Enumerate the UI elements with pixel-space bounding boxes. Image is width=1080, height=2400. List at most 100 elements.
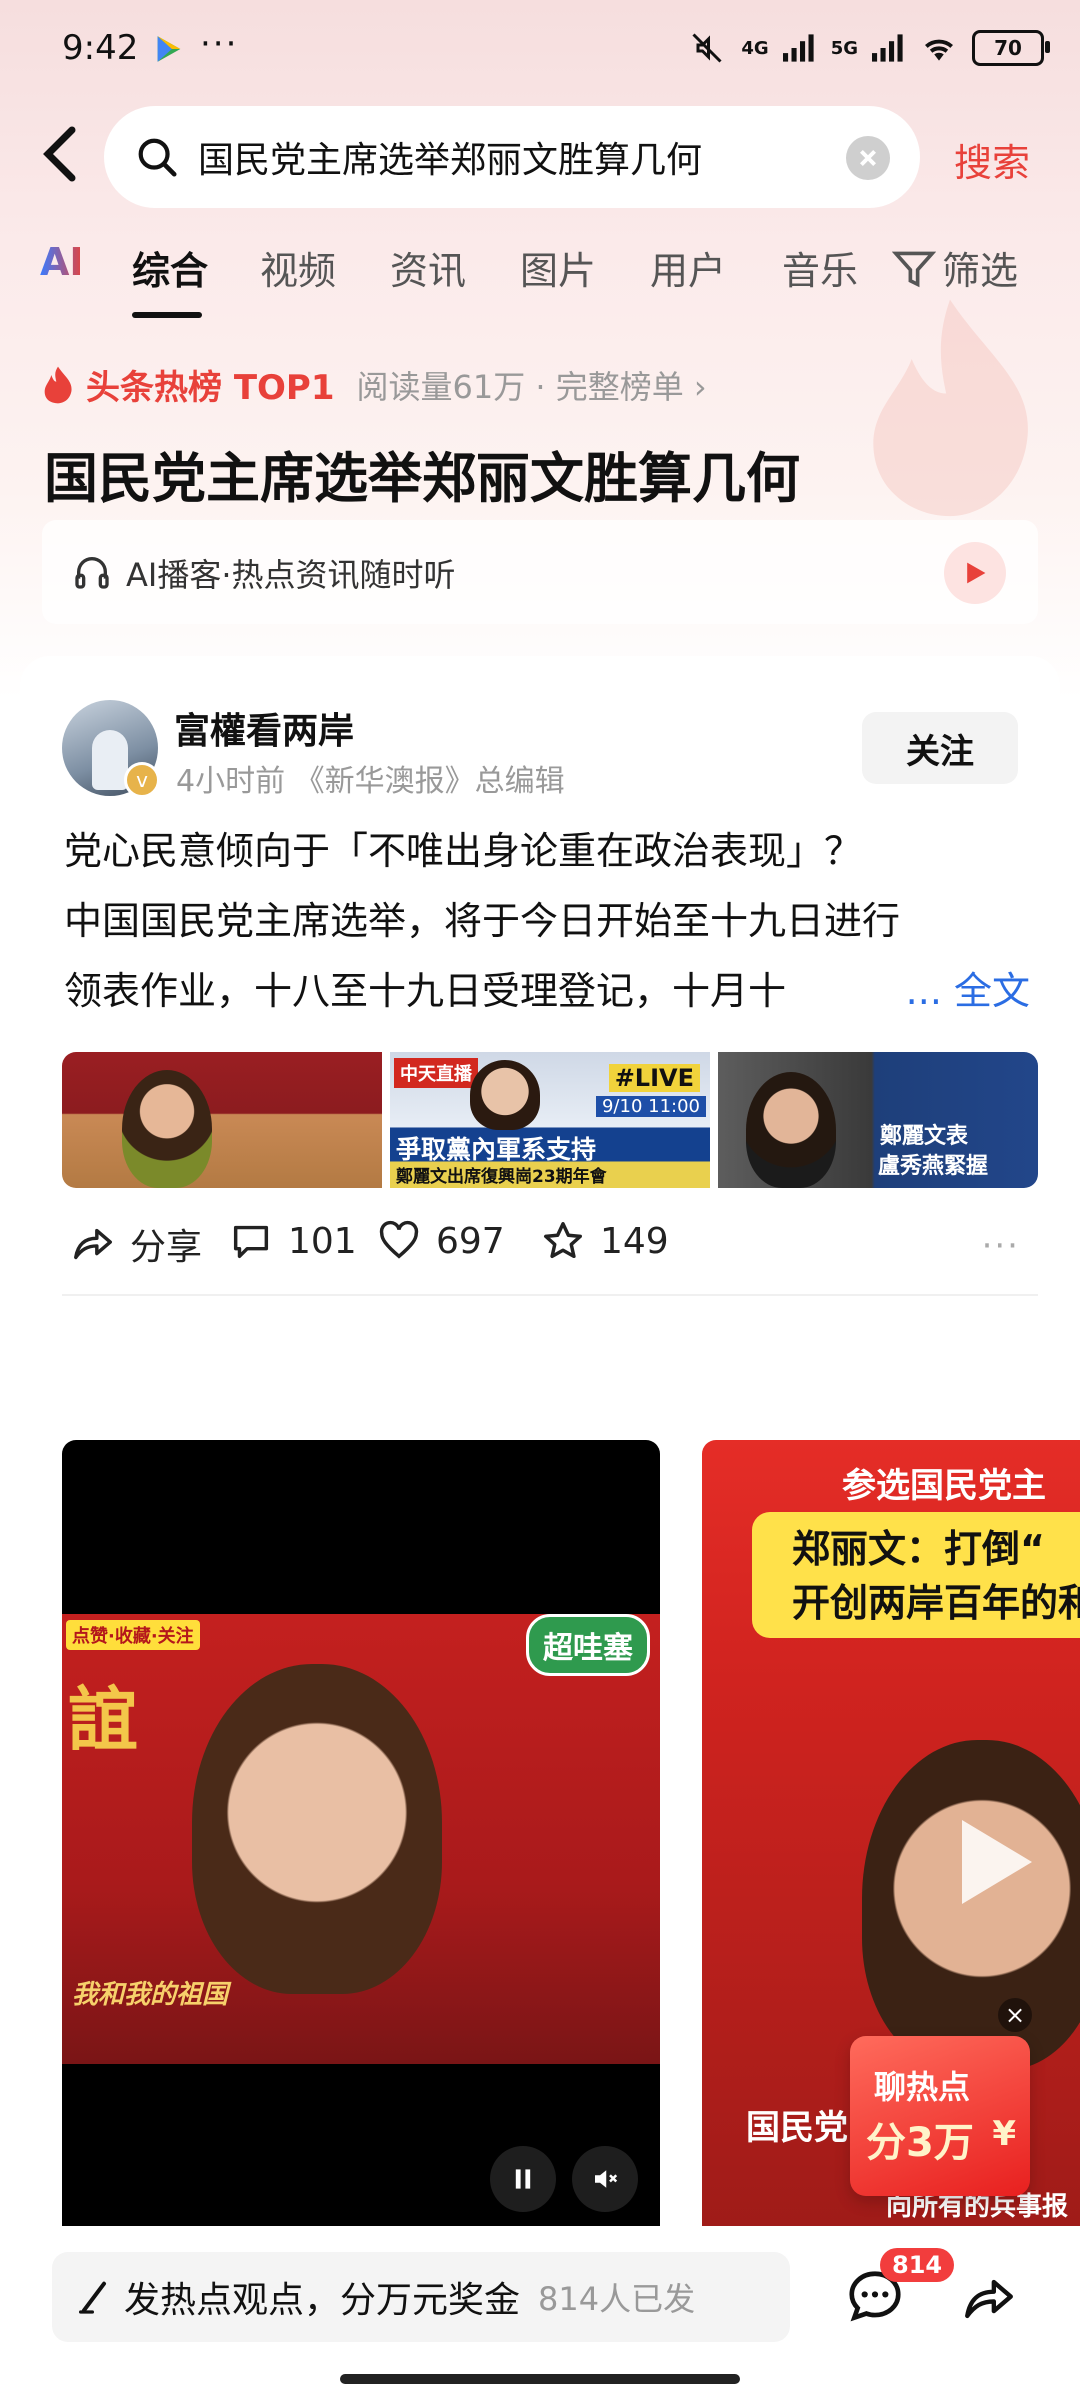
video-frame: 点赞·收藏·关注 超哇塞 誼 我和我的祖国 <box>62 1614 660 2064</box>
flame-watermark-icon <box>873 299 1028 517</box>
podcast-label: AI播客·热点资讯随时听 <box>126 556 456 594</box>
search-bar[interactable]: 国民党主席选举郑丽文胜算几何 <box>104 106 920 208</box>
post-images: 中天直播 #LIVE 9/10 11:00 爭取黨內軍系支持 鄭麗文出席復興崗2… <box>62 1052 1038 1188</box>
comment-icon <box>233 1225 269 1259</box>
mute-icon <box>692 33 722 63</box>
signal-icon <box>872 34 903 62</box>
network-4g-label: 4G <box>741 37 769 59</box>
heart-icon <box>379 1220 419 1259</box>
video-tag: 点赞·收藏·关注 <box>66 1620 200 1650</box>
status-bar: 9:42 ··· 4G 5G 70 <box>0 0 1080 100</box>
share-button[interactable]: 分享 <box>70 1218 202 1270</box>
opinion-composer[interactable]: 发热点观点，分万元奖金 814人已发 <box>52 2252 790 2342</box>
video-subject <box>862 1740 1080 2070</box>
live-time: 9/10 11:00 <box>595 1096 706 1117</box>
hot-rank-label: 头条热榜 TOP1 <box>86 368 335 408</box>
active-tab-indicator <box>132 312 202 318</box>
topic-title: 国民党主席选举郑丽文胜算几何 <box>44 447 800 510</box>
tab-video[interactable]: 视频 <box>260 240 336 295</box>
tab-ai[interactable]: AI <box>40 240 84 284</box>
pen-icon <box>79 2281 106 2314</box>
battery-level: 70 <box>994 36 1022 60</box>
back-arrow-icon[interactable] <box>40 124 80 184</box>
video-subject <box>192 1664 442 1994</box>
headphones-icon <box>75 557 109 589</box>
author-meta: 4小时前 《新华澳报》总编辑 <box>176 764 565 799</box>
chat-badge: 814 <box>880 2248 955 2282</box>
flame-icon <box>44 366 72 403</box>
post-line: 领表作业，十八至十九日受理登记，十月十 <box>64 969 787 1013</box>
like-button[interactable]: 697 <box>376 1218 505 1264</box>
more-options-icon[interactable]: ··· <box>982 1226 1020 1266</box>
video-header: 参选国民党主 <box>842 1466 1046 1506</box>
follow-button[interactable]: 关注 <box>862 712 1018 784</box>
search-input[interactable]: 国民党主席选举郑丽文胜算几何 <box>198 131 702 183</box>
star-icon <box>544 1222 582 1259</box>
pause-icon <box>515 2169 531 2189</box>
wifi-icon <box>925 39 953 61</box>
tab-comprehensive[interactable]: 综合 <box>132 240 208 295</box>
hot-rank-row[interactable]: 头条热榜 TOP1 阅读量61万 · 完整榜单 › <box>40 360 707 409</box>
promo-float[interactable]: × 聊热点 分3万 ¥ <box>850 1998 1032 2196</box>
hot-rank-meta[interactable]: 阅读量61万 · 完整榜单 › <box>357 362 707 408</box>
verified-badge-icon: v <box>124 762 160 798</box>
video-caption: 国民党 <box>746 2108 848 2148</box>
promo-currency: ¥ <box>992 2114 1016 2154</box>
podcast-play-button[interactable] <box>944 542 1006 604</box>
comment-button[interactable]: 101 <box>228 1218 357 1264</box>
tab-images[interactable]: 图片 <box>520 240 596 295</box>
divider <box>62 1294 1038 1296</box>
read-full-link[interactable]: ... 全文 <box>895 956 1030 1026</box>
volume-mute-icon <box>595 2170 618 2188</box>
more-notifications-icon: ··· <box>200 24 239 64</box>
video-badge: 超哇塞 <box>526 1614 650 1676</box>
tab-users[interactable]: 用户 <box>650 240 726 295</box>
search-submit-button[interactable]: 搜索 <box>954 132 1030 187</box>
thumb-caption: 爭取黨內軍系支持 <box>396 1135 597 1164</box>
post-line: 中国国民党主席选举，将于今日开始至十九日进行 <box>64 899 901 943</box>
tab-filter[interactable]: 筛选 <box>892 240 1018 295</box>
tab-filter-label: 筛选 <box>942 249 1019 293</box>
video-headline-box: 郑丽文：打倒“ 开创两岸百年的和 <box>752 1512 1080 1638</box>
close-promo-icon[interactable]: × <box>998 1998 1032 2032</box>
home-indicator <box>340 2374 740 2384</box>
mute-button[interactable] <box>572 2146 638 2212</box>
composer-placeholder: 发热点观点，分万元奖金 <box>124 2280 521 2321</box>
author-name[interactable]: 富權看两岸 <box>174 702 354 754</box>
post-image[interactable]: 鄭麗文表 盧秀燕緊握 <box>718 1052 1038 1188</box>
tab-news[interactable]: 资讯 <box>390 240 466 295</box>
thumb-caption: 盧秀燕緊握 <box>878 1154 989 1179</box>
play-store-icon <box>157 36 181 62</box>
promo-line: 聊热点 <box>874 2068 971 2106</box>
composer-count: 814人已发 <box>538 2280 696 2318</box>
video-headline: 郑丽文：打倒“ <box>792 1527 1045 1571</box>
post-image[interactable] <box>62 1052 382 1188</box>
like-count: 697 <box>436 1220 505 1262</box>
video-headline: 开创两岸百年的和 <box>792 1581 1080 1625</box>
post-image[interactable]: 中天直播 #LIVE 9/10 11:00 爭取黨內軍系支持 鄭麗文出席復興崗2… <box>390 1052 710 1188</box>
post-line: 党心民意倾向于「不唯出身论重在政治表现」？ <box>64 829 863 873</box>
ai-podcast-bar[interactable]: AI播客·热点资讯随时听 <box>42 520 1038 624</box>
clear-search-button[interactable] <box>846 136 890 180</box>
video-card[interactable]: 点赞·收藏·关注 超哇塞 誼 我和我的祖国 <box>62 1440 660 2240</box>
video-watermark: 我和我的祖国 <box>72 1980 229 2010</box>
play-icon <box>967 562 986 584</box>
system-icons: 4G 5G 70 <box>687 30 1050 66</box>
battery-indicator: 70 <box>972 30 1050 66</box>
play-icon[interactable] <box>962 1820 1032 1904</box>
signal-icon <box>782 34 814 62</box>
filter-tabs: AI 综合 视频 资讯 图片 用户 音乐 筛选 <box>40 240 1040 320</box>
filter-icon <box>892 251 936 287</box>
live-channel-badge: 中天直播 <box>394 1058 478 1088</box>
network-5g-label: 5G <box>830 37 858 59</box>
bottom-bar: 发热点观点，分万元奖金 814人已发 814 <box>0 2226 1080 2400</box>
post-text[interactable]: 党心民意倾向于「不唯出身论重在政治表现」？ 中国国民党主席选举，将于今日开始至十… <box>64 816 1036 1026</box>
promo-amount: 分3万 <box>866 2120 974 2166</box>
thumb-caption: 鄭麗文表 <box>880 1124 969 1149</box>
favorite-button[interactable]: 149 <box>540 1218 669 1264</box>
live-badge: #LIVE <box>608 1064 700 1092</box>
pause-button[interactable] <box>490 2146 556 2212</box>
tab-music[interactable]: 音乐 <box>782 240 858 295</box>
share-icon[interactable] <box>960 2270 1018 2328</box>
post-actions: 分享 101 697 149 ··· <box>62 1206 1038 1276</box>
